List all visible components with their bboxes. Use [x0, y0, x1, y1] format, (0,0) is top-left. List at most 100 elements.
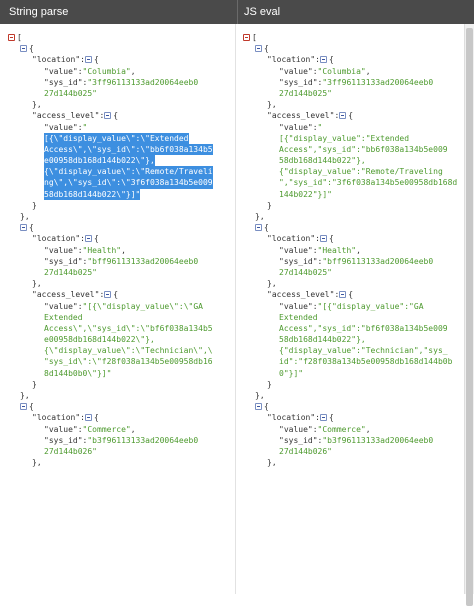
json-line: 27d144b025": [237, 88, 465, 99]
json-line: },: [237, 457, 465, 468]
json-string: "Health": [82, 245, 122, 255]
json-string: 27d144b025": [44, 267, 97, 277]
collapse-toggle-icon[interactable]: [85, 56, 92, 64]
json-string: "b3f96113133ad20064eeb0: [322, 435, 434, 445]
json-string: 58db168d144b022"},: [279, 335, 366, 345]
collapse-toggle-icon[interactable]: [85, 414, 92, 422]
js-eval-pane[interactable]: [ { "location":{"value": "Columbia", "sys_id…: [237, 24, 465, 594]
string-parse-header: String parse: [0, 0, 238, 24]
collapse-toggle-icon[interactable]: [255, 403, 262, 411]
json-punct: {: [94, 55, 99, 65]
json-line: "value": "Columbia",: [237, 66, 465, 77]
json-punct: }: [267, 200, 272, 210]
json-key: "access_level": [267, 290, 335, 300]
json-line: [{\"display_value\":\"Extended: [0, 132, 235, 144]
collapse-toggle-icon[interactable]: [20, 45, 27, 53]
collapse-toggle-icon[interactable]: [104, 291, 112, 299]
json-line: 27d144b025": [0, 267, 235, 278]
json-string: "bff96113133ad20064eeb0: [87, 256, 199, 266]
collapse-toggle-icon[interactable]: [243, 34, 250, 42]
collapse-toggle-icon[interactable]: [320, 235, 327, 243]
json-key: "value": [279, 424, 313, 434]
json-string: [{\"display_value\":\"Extended: [44, 132, 189, 144]
json-line: }: [237, 379, 465, 390]
collapse-toggle-icon[interactable]: [255, 45, 262, 53]
json-string: "3ff96113133ad20064eeb0: [322, 77, 434, 87]
json-punct: {: [329, 413, 334, 423]
js-eval-title: JS eval: [244, 6, 281, 18]
json-punct: {: [113, 111, 119, 121]
json-line: "value": "Columbia",: [0, 66, 235, 77]
json-line: },: [237, 278, 465, 289]
json-string: Extended: [44, 312, 83, 322]
json-key: "access_level": [32, 111, 100, 121]
collapse-toggle-icon[interactable]: [8, 34, 15, 42]
string-parse-pane[interactable]: [{"location":{"value": "Columbia", "sys_id…: [0, 24, 236, 594]
collapse-toggle-icon[interactable]: [320, 414, 327, 422]
collapse-toggle-icon[interactable]: [20, 403, 27, 411]
collapse-toggle-icon[interactable]: [339, 291, 347, 299]
json-punct: },: [267, 100, 277, 110]
json-line: "sys_id": "b3f96113133ad20064eeb0: [237, 435, 465, 446]
json-string: "Columbia": [317, 66, 366, 76]
json-line: "value": "[{\"display_value\":\"GA: [0, 301, 235, 312]
json-line: id":"f28f038a134b5e00958db168d144b0b: [237, 356, 465, 367]
json-line: 0"}]": [237, 368, 465, 379]
json-punct: },: [32, 458, 42, 468]
json-line: e00958db168d144b022\"},: [0, 155, 235, 167]
json-line: "value": "Health",: [0, 245, 235, 256]
json-punct: {: [94, 413, 99, 423]
json-line: {: [0, 401, 235, 412]
json-key: "sys_id": [44, 256, 83, 266]
json-string: e00958db168d144b022\"},: [44, 155, 155, 167]
json-string: "Health": [317, 245, 357, 255]
json-key: "sys_id": [44, 77, 83, 87]
json-line: {: [0, 43, 235, 54]
json-line: {\"display_value\":\"Remote/Traveli: [0, 166, 235, 178]
json-line: "value": ": [237, 122, 465, 133]
json-string: 58db168d144b022"},: [279, 156, 366, 166]
json-string: "Columbia": [82, 66, 131, 76]
json-key: "location": [32, 55, 81, 65]
json-string: "sys_id\":\"f28f038a134b5e00958db16: [44, 357, 213, 367]
json-key: "location": [267, 413, 316, 423]
json-string: "Commerce": [82, 424, 131, 434]
collapse-toggle-icon[interactable]: [339, 112, 347, 120]
json-string: Access","sys_id":"bf6f038a134b5e009: [279, 323, 448, 333]
collapse-toggle-icon[interactable]: [320, 56, 327, 64]
json-punct: ,: [365, 424, 371, 434]
json-string: "[{"display_value":"GA: [317, 301, 424, 311]
json-line: "location":{: [237, 54, 465, 65]
json-key: "location": [267, 55, 316, 65]
json-line: {: [237, 401, 465, 412]
scrollbar-thumb[interactable]: [466, 28, 473, 606]
collapse-toggle-icon[interactable]: [104, 112, 112, 120]
json-punct: ,: [130, 66, 136, 76]
json-line: "sys_id": "bff96113133ad20064eeb0: [0, 256, 235, 267]
json-line: {\"display_value\":\"Technician\",\: [0, 345, 235, 356]
json-line: }: [237, 200, 465, 211]
json-key: "location": [267, 234, 316, 244]
json-line: 58db168d144b022\"}]": [0, 188, 235, 200]
json-punct: },: [20, 212, 30, 221]
json-line: "location":{: [0, 233, 235, 244]
json-string: "bff96113133ad20064eeb0: [322, 256, 434, 266]
json-line: "location":{: [0, 54, 235, 65]
json-line: ng\",\"sys_id\":\"3f6f038a134b5e009: [0, 177, 235, 189]
json-punct: [: [252, 33, 257, 42]
json-punct: },: [267, 458, 277, 468]
json-line: ","sys_id":"3f6f038a134b5e00958db168d: [237, 177, 465, 188]
json-key: "sys_id": [44, 435, 83, 445]
json-punct: {: [264, 223, 269, 233]
vertical-scrollbar[interactable]: [464, 24, 474, 606]
collapse-toggle-icon[interactable]: [20, 224, 27, 232]
json-punct: {: [348, 290, 354, 300]
json-line: e00958db168d144b022\"},: [0, 334, 235, 345]
json-line: 58db168d144b022"},: [237, 155, 465, 166]
json-key: "value": [279, 122, 313, 132]
json-line: {"display_value":"Remote/Traveling: [237, 166, 465, 177]
json-string: 27d144b025": [279, 88, 332, 98]
collapse-toggle-icon[interactable]: [85, 235, 92, 243]
json-line: "sys_id": "b3f96113133ad20064eeb0: [0, 435, 235, 446]
collapse-toggle-icon[interactable]: [255, 224, 262, 232]
